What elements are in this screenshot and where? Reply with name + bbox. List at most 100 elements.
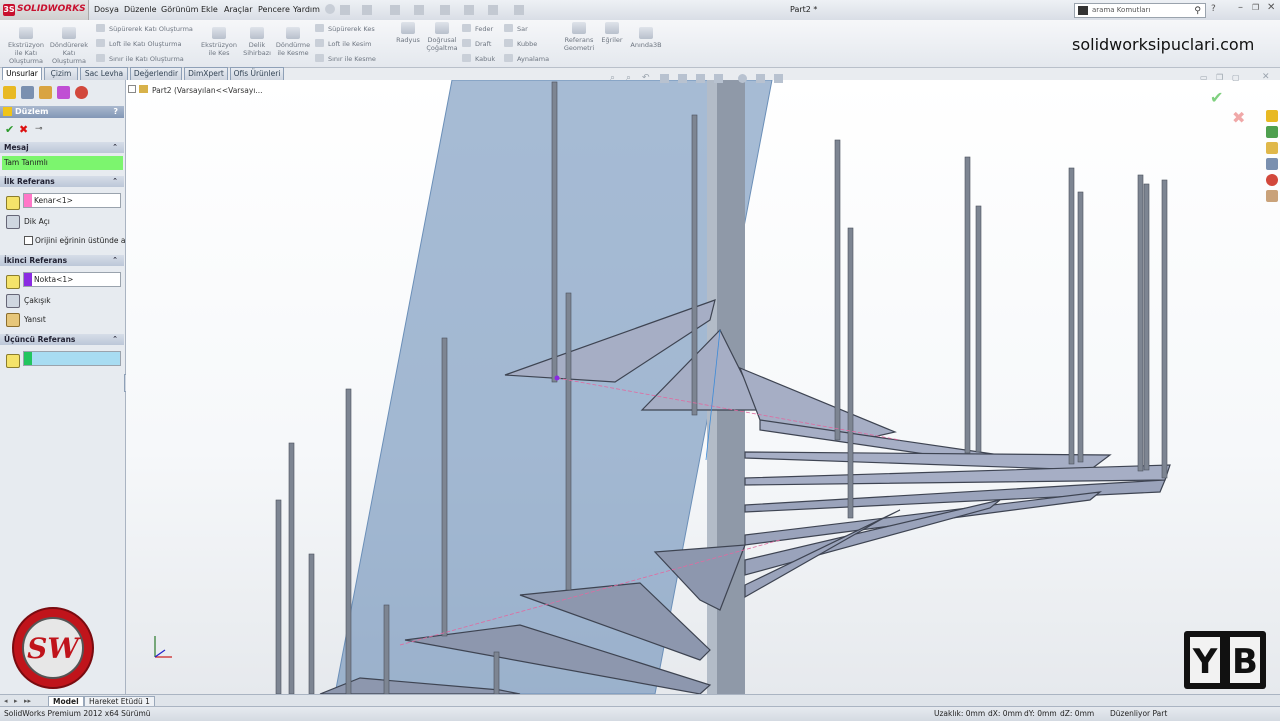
feature-manager-icon[interactable] (3, 86, 16, 99)
zoom-to-fit-icon[interactable]: ⌕ (610, 73, 615, 83)
tab-sheet-metal[interactable]: Sac Levha (80, 67, 128, 81)
display-style-icon[interactable] (696, 74, 705, 83)
help-button[interactable]: ? (113, 106, 118, 118)
viewport-restore-icon[interactable]: ❐ (1216, 73, 1223, 82)
scroll-end-icon[interactable]: ▸▸ (24, 697, 31, 705)
message-section-header[interactable]: Mesaj ⌃ (0, 142, 124, 153)
view-palette-icon[interactable] (1266, 158, 1278, 170)
perpendicular-icon[interactable] (6, 215, 20, 229)
save-icon[interactable] (390, 5, 400, 15)
revolve-boss-button[interactable]: Döndürerek Katı Oluşturma (48, 27, 90, 65)
third-reference-field[interactable] (23, 351, 121, 366)
search-icon[interactable]: ⚲ (1194, 5, 1201, 18)
draft-button[interactable]: Draft (462, 39, 491, 48)
tab-evaluate[interactable]: Değerlendir (130, 67, 182, 81)
sweep-cut-button[interactable]: Süpürerek Kes (315, 24, 375, 33)
boundary-cut-button[interactable]: Sınır ile Kesme (315, 54, 376, 63)
curves-button[interactable]: Eğriler (599, 22, 625, 44)
appearances-icon[interactable] (1266, 174, 1278, 186)
property-manager-icon[interactable] (21, 86, 34, 99)
origin-on-curve-checkbox[interactable] (24, 236, 33, 245)
solidworks-logo[interactable]: 3S SOLIDWORKS (0, 0, 89, 20)
coincident-icon[interactable] (6, 294, 20, 308)
collapse-icon[interactable]: ⌃ (112, 142, 118, 153)
tab-office-products[interactable]: Ofis Ürünleri (230, 67, 284, 81)
rebuild-icon[interactable] (488, 5, 498, 15)
help-icon[interactable]: ? (1211, 4, 1216, 14)
options-icon[interactable] (514, 5, 524, 15)
loft-boss-button[interactable]: Loft ile Katı Oluşturma (96, 39, 181, 48)
expand-icon[interactable] (128, 85, 136, 93)
solidworks-resources-icon[interactable] (1266, 110, 1278, 122)
ok-icon[interactable]: ✔ (5, 123, 14, 136)
section-view-icon[interactable] (660, 74, 669, 83)
custom-properties-icon[interactable] (1266, 190, 1278, 202)
extrude-cut-button[interactable]: Ekstrüzyon ile Kes (198, 27, 240, 57)
close-icon[interactable]: ✕ (1267, 2, 1275, 13)
second-reference-field[interactable]: Nokta<1> (23, 272, 121, 287)
menu-insert[interactable]: Ekle (201, 5, 218, 14)
second-reference-header[interactable]: İkinci Referans ⌃ (0, 255, 124, 266)
minimize-icon[interactable]: – (1238, 2, 1243, 13)
first-reference-header[interactable]: İlk Referans ⌃ (0, 176, 124, 187)
mirror-button[interactable]: Aynalama (504, 54, 549, 63)
configuration-manager-icon[interactable] (39, 86, 52, 99)
cancel-icon[interactable]: ✖ (19, 123, 28, 136)
tab-features[interactable]: Unsurlar (2, 67, 42, 81)
boundary-boss-button[interactable]: Sınır ile Katı Oluşturma (96, 54, 184, 63)
restore-icon[interactable]: ❐ (1252, 3, 1259, 12)
extrude-boss-button[interactable]: Ekstrüzyon ile Katı Oluşturma (6, 27, 46, 65)
dome-button[interactable]: Kubbe (504, 39, 537, 48)
file-explorer-icon[interactable] (1266, 142, 1278, 154)
design-library-icon[interactable] (1266, 126, 1278, 138)
loft-cut-button[interactable]: Loft ile Kesim (315, 39, 371, 48)
perpendicular-option[interactable]: Dik Açı (24, 217, 50, 226)
scroll-left-icon[interactable]: ◂ (4, 697, 8, 705)
previous-view-icon[interactable]: ↶ (642, 73, 650, 83)
search-input[interactable]: arama Komutları ⚲ (1074, 3, 1206, 18)
graphics-area[interactable] (126, 80, 1280, 694)
pushpin-icon[interactable]: ⊸ (35, 124, 43, 134)
viewport-close-icon[interactable]: ✕ (1262, 72, 1270, 82)
third-reference-header[interactable]: Üçüncü Referans ⌃ (0, 334, 124, 345)
menu-view[interactable]: Görünüm (161, 5, 198, 14)
fillet-button[interactable]: Radyus (393, 22, 423, 44)
coincident-option[interactable]: Çakışık (24, 296, 51, 305)
appearance-icon[interactable] (738, 74, 747, 83)
confirm-corner-cancel-icon[interactable]: ✖ (1232, 108, 1245, 127)
confirm-corner-ok-icon[interactable]: ✔ (1210, 88, 1223, 107)
linear-pattern-button[interactable]: Doğrusal Çoğaltma (424, 22, 460, 52)
menu-tools[interactable]: Araçlar (224, 5, 252, 14)
menu-edit[interactable]: Düzenle (124, 5, 157, 14)
collapse-icon[interactable]: ⌃ (112, 176, 118, 187)
flip-icon[interactable] (6, 313, 20, 327)
scroll-right-icon[interactable]: ▸ (14, 697, 18, 705)
collapse-icon[interactable]: ⌃ (112, 334, 118, 345)
view-settings-icon[interactable] (774, 74, 783, 83)
instant3d-button[interactable]: Anında3B (628, 27, 664, 49)
flip-option[interactable]: Yansıt (24, 315, 46, 324)
viewport-maximize-icon[interactable]: ▢ (1232, 73, 1240, 82)
revolve-cut-button[interactable]: Döndürme ile Kesme (274, 27, 312, 57)
hide-show-icon[interactable] (714, 74, 723, 83)
hole-wizard-button[interactable]: Delik Sihirbazı (240, 27, 274, 57)
view-orientation-icon[interactable] (678, 74, 687, 83)
sweep-boss-button[interactable]: Süpürerek Katı Oluşturma (96, 24, 193, 33)
zoom-area-icon[interactable]: ⌕ (626, 73, 631, 83)
select-icon[interactable] (464, 5, 474, 15)
display-manager-icon[interactable] (75, 86, 88, 99)
tab-dimxpert[interactable]: DimXpert (184, 67, 228, 81)
wrap-button[interactable]: Sar (504, 24, 528, 33)
undo-icon[interactable] (440, 5, 450, 15)
scene-icon[interactable] (756, 74, 765, 83)
pin-icon[interactable] (325, 4, 335, 14)
menu-window[interactable]: Pencere (258, 5, 290, 14)
dimxpert-manager-icon[interactable] (57, 86, 70, 99)
menu-file[interactable]: Dosya (94, 5, 119, 14)
open-icon[interactable] (362, 5, 372, 15)
print-icon[interactable] (414, 5, 424, 15)
feature-tree-root[interactable]: Part2 (Varsayılan<<Varsayı... (128, 85, 263, 95)
viewport-minimize-icon[interactable]: ▭ (1200, 73, 1208, 82)
menu-help[interactable]: Yardım (293, 5, 320, 14)
collapse-icon[interactable]: ⌃ (112, 255, 118, 266)
